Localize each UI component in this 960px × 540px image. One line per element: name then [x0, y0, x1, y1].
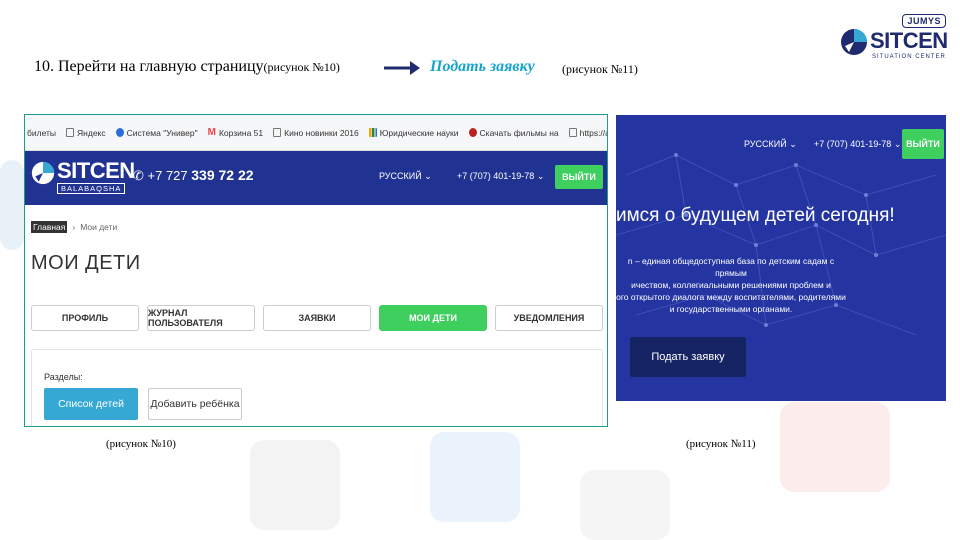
site-brand[interactable]: SITCEN — [57, 158, 135, 184]
bg-tile — [780, 402, 890, 492]
instruction-line: 10. Перейти на главную страницу(рисунок … — [34, 58, 638, 76]
sections-label: Разделы: — [44, 372, 83, 382]
logout-button[interactable]: ВЫЙТИ — [902, 129, 944, 159]
caption-figure-11: (рисунок №11) — [686, 438, 756, 450]
add-child-button[interactable]: Добавить ребёнка — [148, 388, 242, 420]
page-icon — [273, 128, 282, 137]
instruction-ref1: (рисунок №10) — [263, 60, 340, 74]
sitcen-logo: JUMYS SITCEN SITUATION CENTER — [840, 12, 952, 62]
bookmark-item[interactable]: Кино новинки 2016 — [273, 128, 359, 138]
page-icon — [568, 128, 577, 137]
instruction-ref2: (рисунок №11) — [562, 62, 638, 76]
apply-button[interactable]: Подать заявку — [630, 337, 746, 377]
bookmarks-bar: билеты Яндекс Система "Универ" M Корзина … — [25, 115, 607, 151]
chevron-right-icon: › — [72, 222, 76, 232]
chevron-down-icon: ⌄ — [893, 139, 902, 149]
chevron-down-icon: ⌄ — [789, 139, 797, 149]
univer-icon — [115, 128, 124, 137]
bookmark-item[interactable]: Скачать фильмы на — [468, 128, 559, 138]
tab-applications[interactable]: ЗАЯВКИ — [263, 305, 371, 331]
hero-description: n – единая общедоступная база по детским… — [616, 256, 846, 314]
bookmark-item[interactable]: https://alm.dmed.kz — [568, 128, 607, 138]
breadcrumb: Главная › Мои дети — [31, 221, 117, 233]
bg-tile — [580, 470, 670, 540]
arrow-right-icon — [384, 61, 420, 75]
bookmark-item[interactable]: Яндекс — [66, 128, 106, 138]
logo-mark-icon — [841, 29, 867, 55]
contact-phone: +7 (707) 401-19-78 ⌄ — [814, 139, 902, 149]
sections-panel: Разделы: Список детей Добавить ребёнка — [31, 349, 603, 426]
language-select[interactable]: РУССКИЙ ⌄ — [379, 171, 432, 182]
breadcrumb-home[interactable]: Главная — [31, 221, 68, 233]
tab-my-children[interactable]: МОИ ДЕТИ — [379, 305, 487, 331]
caption-figure-10: (рисунок №10) — [106, 438, 176, 450]
site-brand-sub: BALABAQSHA — [57, 183, 126, 194]
instruction-step: 10. Перейти на главную страницу — [34, 58, 264, 75]
children-list-button[interactable]: Список детей — [44, 388, 138, 420]
tab-profile[interactable]: ПРОФИЛЬ — [31, 305, 139, 331]
apply-link[interactable]: Подать заявку — [430, 58, 535, 76]
breadcrumb-current: Мои дети — [80, 222, 118, 232]
bookmark-item[interactable]: Юридические науки — [368, 128, 459, 138]
logo-brand: SITCEN — [870, 28, 948, 53]
logout-button[interactable]: ВЫЙТИ — [555, 165, 603, 189]
bg-tile — [250, 440, 340, 530]
bookmark-item[interactable]: M Корзина 51 — [208, 127, 264, 138]
bookmark-item[interactable]: Система "Универ" — [115, 128, 198, 138]
hero-headline: имся о будущем детей сегодня! — [616, 205, 895, 226]
bg-tile — [0, 160, 24, 250]
bookmark-item[interactable]: билеты — [27, 128, 56, 138]
contact-phone: +7 (707) 401-19-78 ⌄ — [457, 171, 545, 181]
tab-user-journal[interactable]: ЖУРНАЛ ПОЛЬЗОВАТЕЛЯ — [147, 305, 255, 331]
bars-icon — [368, 128, 377, 137]
screenshot-home: РУССКИЙ ⌄ +7 (707) 401-19-78 ⌄ ВЫЙТИ имс… — [616, 115, 946, 401]
tab-notifications[interactable]: УВЕДОМЛЕНИЯ — [495, 305, 603, 331]
page-title: МОИ ДЕТИ — [31, 252, 141, 274]
bg-tile — [430, 432, 520, 522]
site-phone: ✆ +7 727 339 72 22 — [133, 167, 254, 183]
logo-mark-icon — [31, 161, 55, 185]
screenshot-my-children: билеты Яндекс Система "Универ" M Корзина … — [24, 114, 608, 427]
site-header: SITCEN BALABAQSHA ✆ +7 727 339 72 22 РУС… — [25, 151, 607, 205]
bug-icon — [468, 128, 477, 137]
language-select[interactable]: РУССКИЙ ⌄ — [744, 139, 797, 150]
chevron-down-icon: ⌄ — [424, 171, 432, 181]
m-icon: M — [207, 127, 216, 138]
chevron-down-icon: ⌄ — [536, 171, 545, 181]
page-icon — [66, 128, 75, 137]
jumys-badge: JUMYS — [902, 14, 946, 28]
logo-subtitle: SITUATION CENTER — [872, 54, 946, 60]
profile-tabs: ПРОФИЛЬ ЖУРНАЛ ПОЛЬЗОВАТЕЛЯ ЗАЯВКИ МОИ Д… — [31, 305, 603, 331]
